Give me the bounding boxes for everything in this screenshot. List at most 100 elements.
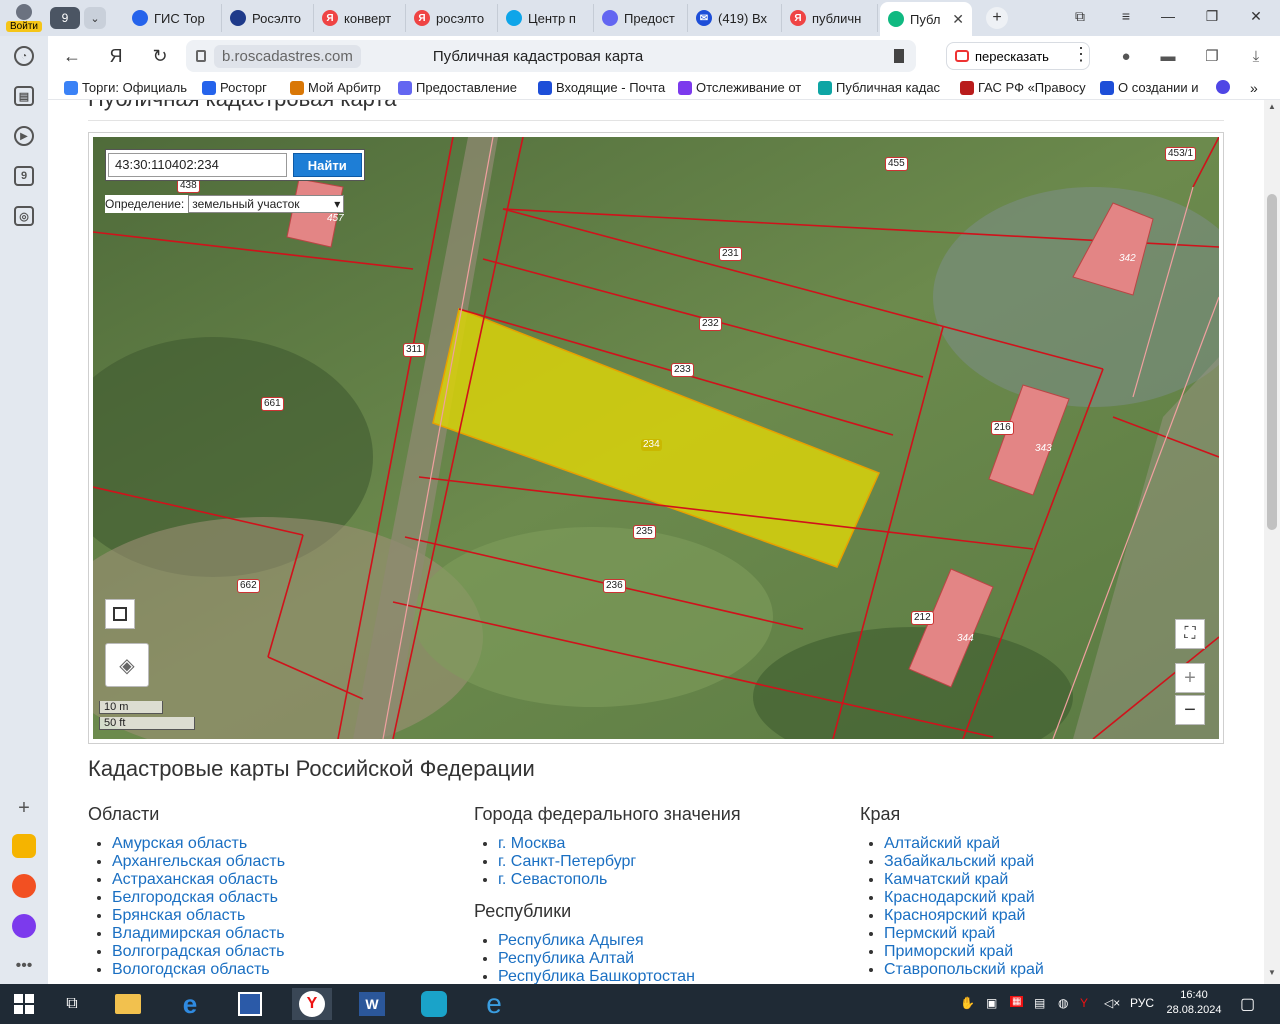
region-link[interactable]: Приморский край — [884, 943, 1044, 961]
menu-icon[interactable]: ≡ — [1116, 8, 1136, 24]
login-button[interactable]: Войти — [0, 0, 48, 36]
notifications-icon[interactable]: ▢ — [1240, 994, 1255, 1014]
tab-count-button[interactable]: 9 — [50, 7, 80, 29]
music-app-icon[interactable] — [12, 874, 36, 898]
word-icon[interactable]: W — [352, 988, 392, 1020]
screenshot-icon[interactable]: ◎ — [14, 206, 34, 226]
play-icon[interactable]: ▶ — [14, 126, 34, 146]
history-icon[interactable]: ◔ — [14, 46, 34, 66]
edge-icon[interactable]: e — [170, 988, 210, 1020]
tabs-nine-icon[interactable]: 9 — [14, 166, 34, 186]
region-link[interactable]: Белгородская область — [112, 889, 285, 907]
people-tray-icon[interactable]: ✋ — [960, 996, 975, 1010]
system-clock[interactable]: 16:40 28.08.2024 — [1164, 988, 1224, 1018]
bookmark-cadastre[interactable]: Публичная кадас — [818, 80, 944, 95]
cadastral-number-input[interactable]: 43:30:110402:234 — [108, 153, 287, 177]
tab-active-cadastre[interactable]: Публ ✕ — [880, 2, 972, 36]
app-tray-icon[interactable]: ▦ — [1010, 996, 1024, 1007]
bookmark-gas[interactable]: ГАС РФ «Правосу — [960, 80, 1086, 95]
region-link[interactable]: Краснодарский край — [884, 889, 1044, 907]
tab-public[interactable]: Я публичн — [782, 4, 878, 32]
language-indicator[interactable]: РУС — [1130, 996, 1154, 1010]
collections-icon[interactable]: ▤ — [14, 86, 34, 106]
copy-icon[interactable]: ❐ — [1200, 44, 1224, 68]
bookmark-torgi[interactable]: Торги: Официаль — [64, 80, 188, 95]
globe-tray-icon[interactable]: ◍ — [1058, 996, 1068, 1010]
definition-select[interactable]: земельный участок ▾ — [188, 195, 345, 213]
volume-tray-icon[interactable]: ◁× — [1104, 996, 1120, 1010]
ruler-button[interactable] — [105, 599, 135, 629]
scroll-up-icon[interactable]: ▲ — [1268, 102, 1276, 111]
file-explorer-icon[interactable] — [108, 988, 148, 1020]
reload-icon[interactable]: ↻ — [148, 44, 172, 68]
tab-center[interactable]: Центр п — [498, 4, 594, 32]
minimize-icon[interactable]: — — [1158, 8, 1178, 24]
yandex-browser-icon[interactable]: Y — [292, 988, 332, 1020]
fullscreen-button[interactable]: ⛶ — [1175, 619, 1205, 649]
tab-collections-icon[interactable]: ⧉ — [1070, 8, 1090, 25]
bookmarks-overflow-icon[interactable]: » — [1250, 80, 1266, 96]
tab-gis[interactable]: ГИС Тор — [124, 4, 222, 32]
bookmark-icon[interactable] — [894, 49, 904, 63]
bookmark-predost[interactable]: Предоставление — [398, 80, 524, 95]
region-link[interactable]: Республика Башкортостан — [498, 968, 741, 984]
new-tab-button[interactable]: + — [986, 7, 1008, 29]
bookmark-tracking[interactable]: Отслеживание от — [678, 80, 806, 95]
bookmark-extra-icon[interactable] — [1216, 80, 1232, 94]
floppy-app-icon[interactable] — [230, 988, 270, 1020]
region-link[interactable]: Владимирская область — [112, 925, 285, 943]
tab-roselto-search[interactable]: Я росэлто — [406, 4, 498, 32]
downloads-icon[interactable]: ⤓ — [1244, 44, 1268, 68]
region-link[interactable]: Брянская область — [112, 907, 285, 925]
region-link[interactable]: г. Севастополь — [498, 871, 741, 889]
alice-icon[interactable] — [12, 914, 36, 938]
region-link[interactable]: Алтайский край — [884, 835, 1044, 853]
zoom-in-button[interactable]: + — [1175, 663, 1205, 693]
region-link[interactable]: Республика Адыгея — [498, 932, 741, 950]
region-link[interactable]: Камчатский край — [884, 871, 1044, 889]
close-window-icon[interactable]: ✕ — [1246, 8, 1266, 25]
region-link[interactable]: Ставропольский край — [884, 961, 1044, 979]
page-scrollbar[interactable]: ▲ ▼ — [1264, 100, 1280, 984]
region-link[interactable]: Астраханская область — [112, 871, 285, 889]
restore-icon[interactable]: ❐ — [1202, 8, 1222, 25]
task-view-icon[interactable]: ⧉ — [52, 988, 92, 1020]
back-icon[interactable]: ← — [60, 44, 84, 68]
region-link[interactable]: Забайкальский край — [884, 853, 1044, 871]
region-link[interactable]: Амурская область — [112, 835, 285, 853]
region-link[interactable]: Архангельская область — [112, 853, 285, 871]
device-tray-icon[interactable]: ▤ — [1034, 996, 1045, 1010]
more-options-icon[interactable]: ⋮ — [1072, 44, 1090, 65]
region-link[interactable]: Вологодская область — [112, 961, 285, 979]
shield-icon[interactable]: ▬ — [1156, 44, 1180, 68]
chevron-down-icon[interactable]: ⌄ — [84, 7, 106, 29]
url-field[interactable]: b.roscadastres.com Публичная кадастровая… — [186, 40, 916, 72]
scroll-thumb[interactable] — [1267, 194, 1277, 530]
yandex-home-icon[interactable]: Я — [104, 44, 128, 68]
internet-explorer-icon[interactable]: e — [474, 988, 514, 1020]
find-button[interactable]: Найти — [292, 153, 362, 177]
bookmark-arbitr[interactable]: Мой Арбитр — [290, 80, 388, 95]
region-link[interactable]: г. Москва — [498, 835, 741, 853]
zoom-out-button[interactable]: − — [1175, 695, 1205, 725]
region-link[interactable]: Волгоградская область — [112, 943, 285, 961]
tab-predost[interactable]: Предост — [594, 4, 688, 32]
bookmark-creation[interactable]: О создании и — [1100, 80, 1208, 95]
notes-app-icon[interactable] — [12, 834, 36, 858]
extension-icon[interactable]: ● — [1114, 44, 1138, 68]
region-link[interactable]: г. Санкт-Петербург — [498, 853, 741, 871]
scroll-down-icon[interactable]: ▼ — [1268, 968, 1276, 977]
bookmark-mail[interactable]: Входящие - Почта — [538, 80, 666, 95]
yandex-tray-icon[interactable]: Y — [1080, 996, 1088, 1010]
paw-app-icon[interactable] — [414, 988, 454, 1020]
start-button[interactable] — [4, 988, 44, 1020]
close-tab-icon[interactable]: ✕ — [952, 11, 964, 28]
region-link[interactable]: Пермский край — [884, 925, 1044, 943]
region-link[interactable]: Республика Алтай — [498, 950, 741, 968]
network-tray-icon[interactable]: ▣ — [986, 996, 997, 1010]
tab-mail[interactable]: ✉ (419) Вх — [688, 4, 782, 32]
layers-button[interactable]: ◈ — [105, 643, 149, 687]
tab-roselto[interactable]: Росэлто — [222, 4, 314, 32]
region-link[interactable]: Красноярский край — [884, 907, 1044, 925]
cadastral-map[interactable]: 438 457 455 453/1 342 231 232 233 234 235 236 311 66… — [93, 137, 1219, 739]
